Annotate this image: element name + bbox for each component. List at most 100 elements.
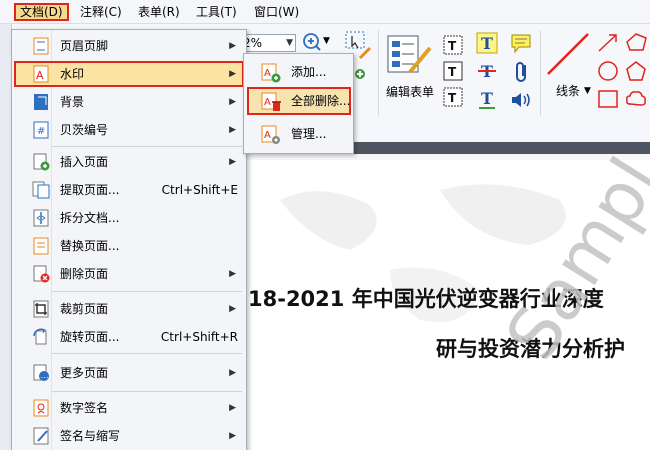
- sound-icon[interactable]: [510, 90, 532, 110]
- menu-item-label: 拆分文档...: [60, 211, 120, 225]
- chevron-down-icon[interactable]: ▼: [584, 86, 591, 96]
- svg-text:T: T: [448, 39, 457, 53]
- submenu-arrow-icon: ▶: [229, 304, 236, 314]
- cloud-tool-icon[interactable]: [624, 88, 648, 110]
- background-icon: [32, 93, 50, 111]
- submenu-arrow-icon: ▶: [229, 368, 236, 378]
- manage-watermark-icon: A: [261, 125, 281, 145]
- menu-item-shortcut: Ctrl+Shift+R: [160, 330, 238, 344]
- zoom-in-icon[interactable]: [302, 32, 322, 52]
- svg-text:A: A: [264, 68, 271, 79]
- edit-form-icon[interactable]: [386, 32, 434, 78]
- menu-item-digital-signature[interactable]: 数字签名 ▶: [14, 395, 244, 421]
- submenu-arrow-icon: ▶: [229, 125, 236, 135]
- note-icon[interactable]: [510, 32, 532, 54]
- menu-item-label: 替换页面...: [60, 239, 120, 253]
- digital-signature-icon: [32, 399, 50, 417]
- ellipse-tool-icon[interactable]: [596, 60, 620, 82]
- menu-item-extract-page[interactable]: 提取页面... Ctrl+Shift+E: [14, 177, 244, 203]
- menu-item-delete-page[interactable]: 删除页面 ▶: [14, 261, 244, 287]
- menu-item-more-pages[interactable]: … 更多页面 ▶: [14, 360, 244, 386]
- menu-tools[interactable]: 工具(T): [192, 3, 241, 21]
- submenu-item-label: 全部删除...: [291, 94, 351, 108]
- chevron-down-icon[interactable]: ▼: [286, 35, 293, 51]
- rotate-page-icon: [32, 328, 50, 346]
- submenu-item-delete-all[interactable]: A 全部删除...: [247, 87, 351, 115]
- menu-item-label: 旋转页面...: [60, 330, 120, 344]
- delete-page-icon: [32, 265, 50, 283]
- svg-text:T: T: [481, 34, 493, 53]
- toolbar-separator: [378, 30, 379, 116]
- text-box-icon[interactable]: T: [442, 60, 464, 82]
- submenu-arrow-icon: ▶: [229, 431, 236, 441]
- menu-document[interactable]: 文档(D): [14, 3, 69, 21]
- zoom-input[interactable]: 2% ▼: [240, 34, 296, 52]
- insert-page-icon: [32, 153, 50, 171]
- svg-text:A: A: [264, 130, 271, 141]
- menu-item-bates-numbering[interactable]: # 贝茨编号 ▶: [14, 117, 244, 143]
- svg-text:#: #: [37, 126, 45, 137]
- submenu-arrow-icon: ▶: [229, 69, 236, 79]
- menu-item-replace-page[interactable]: 替换页面...: [14, 233, 244, 259]
- submenu-arrow-icon: ▶: [229, 403, 236, 413]
- menu-separator: [52, 353, 242, 354]
- menu-item-label: 提取页面...: [60, 183, 120, 197]
- toolbar-separator: [540, 30, 541, 116]
- menu-item-crop-page[interactable]: 裁剪页面 ▶: [14, 296, 244, 322]
- menu-window[interactable]: 窗口(W): [250, 3, 303, 21]
- menu-item-label: 签名与缩写: [60, 429, 121, 443]
- menu-item-watermark[interactable]: A 水印 ▶: [14, 61, 244, 87]
- menu-item-label: 插入页面: [60, 155, 109, 169]
- submenu-arrow-icon: ▶: [229, 157, 236, 167]
- polygon-tool-icon[interactable]: [624, 32, 648, 54]
- menu-item-label: 删除页面: [60, 267, 109, 281]
- menu-item-insert-page[interactable]: 插入页面 ▶: [14, 149, 244, 175]
- watermark-submenu: A 添加... A 全部删除... A 管理...: [243, 53, 354, 154]
- strikethrough-icon[interactable]: T: [476, 60, 498, 82]
- menu-item-label: 数字签名: [60, 401, 109, 415]
- menu-item-label: 更多页面: [60, 366, 109, 380]
- callout-icon[interactable]: T: [442, 86, 464, 108]
- menu-form[interactable]: 表单(R): [134, 3, 184, 21]
- more-pages-icon: …: [32, 364, 50, 382]
- menu-item-background[interactable]: 背景 ▶: [14, 89, 244, 115]
- submenu-item-label: 管理...: [291, 127, 327, 141]
- crop-page-icon: [32, 300, 50, 318]
- watermark-icon: A: [32, 65, 50, 83]
- menu-annotation[interactable]: 注释(C): [76, 3, 126, 21]
- extract-page-icon: [32, 181, 50, 199]
- rectangle-tool-icon[interactable]: [596, 88, 620, 110]
- arrow-tool-icon[interactable]: [596, 32, 620, 54]
- attachment-icon[interactable]: [512, 60, 532, 84]
- menu-bar: 文档(D) 注释(C) 表单(R) 工具(T) 窗口(W): [0, 0, 650, 24]
- edit-form-label: 编辑表单: [386, 85, 435, 99]
- submenu-arrow-icon: ▶: [229, 97, 236, 107]
- add-watermark-icon: A: [261, 63, 281, 83]
- menu-separator: [52, 146, 242, 147]
- svg-text:T: T: [448, 91, 457, 105]
- menu-item-split-document[interactable]: 拆分文档...: [14, 205, 244, 231]
- submenu-item-label: 添加...: [291, 65, 327, 79]
- menu-item-label: 水印: [60, 67, 85, 81]
- menu-item-label: 页眉页脚: [60, 39, 109, 53]
- sign-initials-icon: [32, 427, 50, 445]
- underline-icon[interactable]: T: [476, 88, 498, 110]
- chevron-down-icon[interactable]: ▼: [323, 36, 330, 46]
- menu-item-sign-initials[interactable]: 签名与缩写 ▶: [14, 423, 244, 449]
- submenu-item-manage[interactable]: A 管理...: [247, 120, 351, 148]
- svg-text:A: A: [36, 69, 44, 82]
- menu-item-rotate-page[interactable]: 旋转页面... Ctrl+Shift+R: [14, 324, 244, 350]
- svg-text:T: T: [448, 65, 457, 79]
- text-field-icon[interactable]: T: [442, 34, 464, 56]
- submenu-item-add[interactable]: A 添加...: [247, 58, 351, 86]
- line-tool-icon[interactable]: [546, 32, 590, 76]
- menu-item-header-footer[interactable]: 页眉页脚 ▶: [14, 33, 244, 59]
- svg-text:…: …: [41, 371, 49, 380]
- submenu-arrow-icon: ▶: [229, 269, 236, 279]
- split-document-icon: [32, 209, 50, 227]
- menu-item-label: 裁剪页面: [60, 302, 109, 316]
- pentagon-tool-icon[interactable]: [624, 60, 648, 82]
- typewriter-icon[interactable]: T: [476, 32, 498, 54]
- line-label: 线条: [556, 84, 581, 98]
- menu-item-shortcut: Ctrl+Shift+E: [161, 183, 238, 197]
